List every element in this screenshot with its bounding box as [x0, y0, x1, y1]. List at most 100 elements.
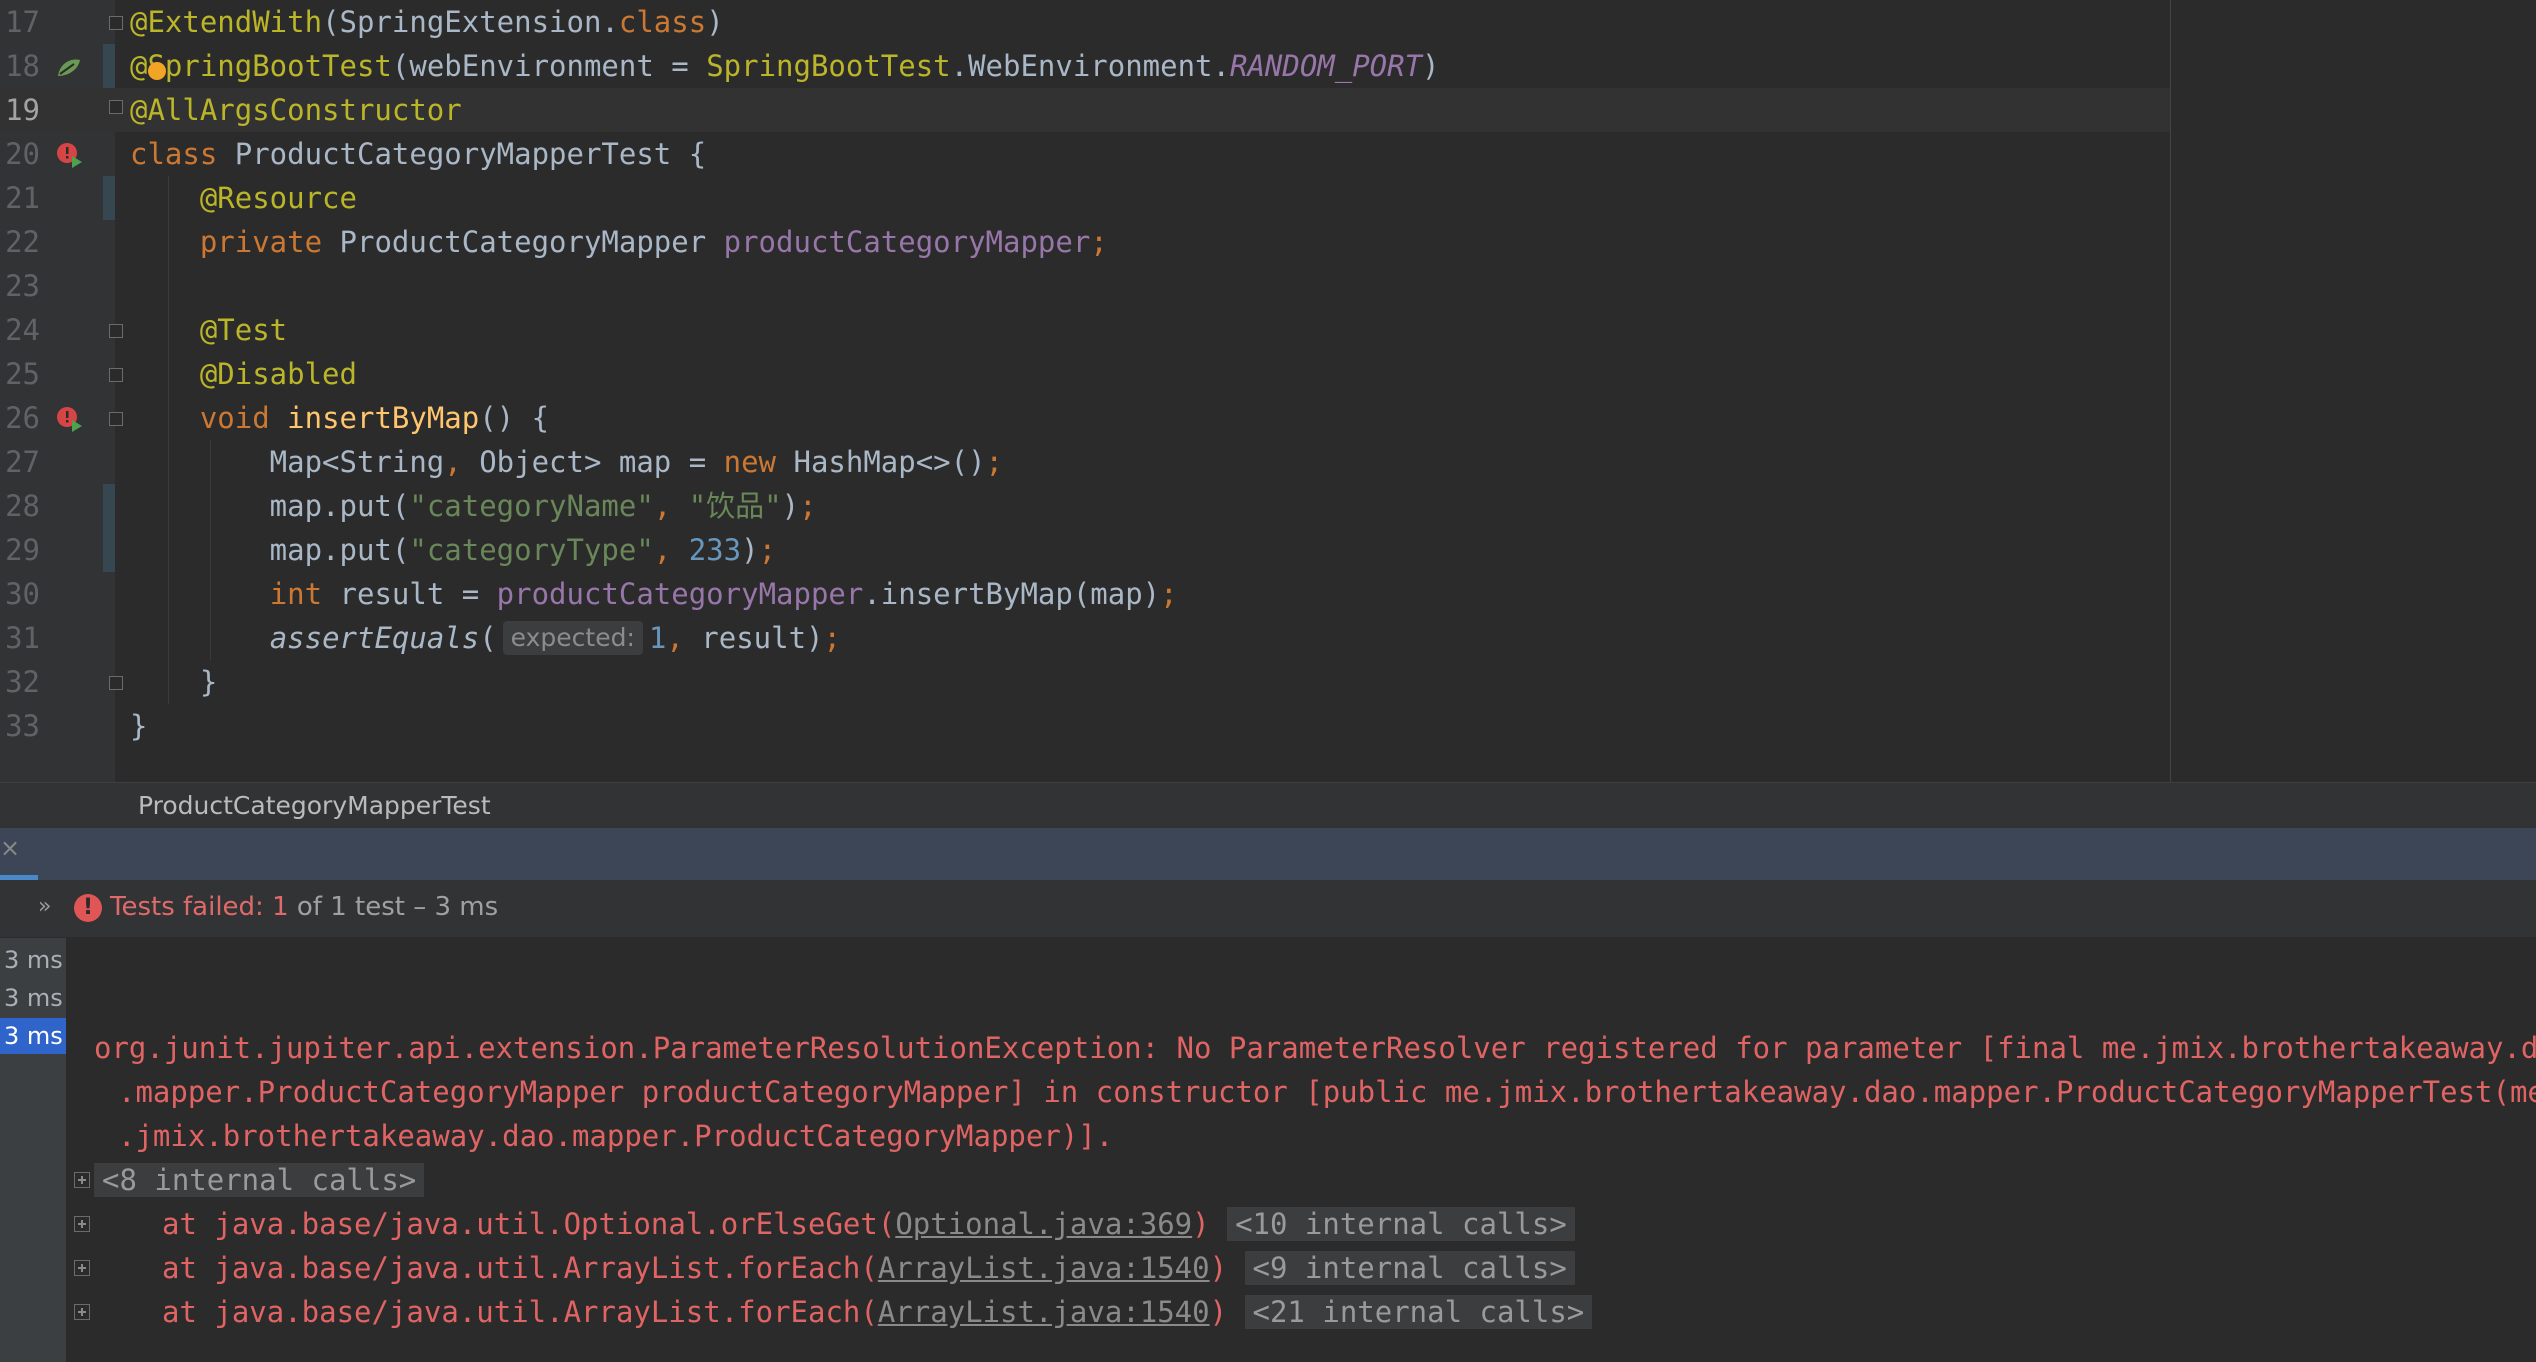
line-number[interactable]: 20 [0, 132, 40, 176]
code-token: class [130, 137, 235, 171]
code-token: void [199, 401, 288, 435]
spring-leaf-icon[interactable] [56, 58, 82, 78]
code-token: RANDOM_PORT [1229, 49, 1423, 83]
code-text: } [130, 704, 147, 748]
line-number[interactable]: 18 [0, 44, 40, 88]
expand-plus-icon[interactable] [74, 1304, 90, 1320]
source-link[interactable]: ArrayList.java:1540 [878, 1295, 1210, 1329]
line-number[interactable]: 30 [0, 572, 40, 616]
error-icon: ! [74, 894, 102, 922]
code-token: ) [781, 489, 800, 523]
code-text: @SpringBootTest(webEnvironment = SpringB… [130, 44, 1440, 88]
code-token: SpringBootTest [706, 49, 951, 83]
source-link[interactable]: Optional.java:369 [895, 1207, 1192, 1241]
test-duration-item[interactable]: 3 ms [0, 942, 66, 978]
indent-guide [210, 572, 211, 616]
line-number[interactable]: 17 [0, 0, 40, 44]
code-line[interactable]: 31 assertEquals(expected: 1, result); [0, 616, 2170, 660]
code-line[interactable]: 24 @Test [0, 308, 2170, 352]
code-line[interactable]: 19 @AllArgsConstructor [0, 88, 2170, 132]
code-line[interactable]: 33} [0, 704, 2170, 748]
internal-calls-fold[interactable]: <10 internal calls> [1227, 1207, 1575, 1241]
expand-plus-icon[interactable] [74, 1216, 90, 1232]
test-duration-item-selected[interactable]: 3 ms [0, 1018, 66, 1054]
code-line[interactable]: 23 [0, 264, 2170, 308]
line-number[interactable]: 25 [0, 352, 40, 396]
indent-guide [168, 484, 169, 528]
line-number[interactable]: 31 [0, 616, 40, 660]
source-link[interactable]: ArrayList.java:1540 [878, 1251, 1210, 1285]
code-token: "饮品" [688, 489, 782, 523]
fold-marker[interactable] [109, 16, 123, 30]
code-token: HashMap<>() [793, 445, 986, 479]
code-line[interactable]: 32 } [0, 660, 2170, 704]
code-text: @Disabled [130, 352, 357, 396]
fold-marker[interactable] [109, 676, 123, 690]
intention-bulb-icon[interactable] [148, 62, 166, 80]
code-token: .WebEnvironment. [950, 49, 1230, 83]
code-line[interactable]: 21 @Resource [0, 176, 2170, 220]
vcs-change-marker[interactable] [103, 176, 115, 220]
code-line[interactable]: 28 map.put("categoryName", "饮品"); [0, 484, 2170, 528]
line-number[interactable]: 22 [0, 220, 40, 264]
expand-plus-icon[interactable] [74, 1260, 90, 1276]
expand-plus-icon[interactable] [74, 1172, 90, 1188]
run-test-failed-icon[interactable] [56, 406, 84, 434]
line-number[interactable]: 32 [0, 660, 40, 704]
code-line[interactable]: 29 map.put("categoryType", 233); [0, 528, 2170, 572]
vcs-change-marker[interactable] [103, 484, 115, 572]
code-line[interactable]: 25 @Disabled [0, 352, 2170, 396]
fold-marker[interactable] [109, 368, 123, 382]
code-token: } [130, 665, 218, 699]
line-number[interactable]: 27 [0, 440, 40, 484]
code-line[interactable]: 26 void insertByMap() { [0, 396, 2170, 440]
fold-marker[interactable] [109, 324, 123, 338]
run-tool-window-header [0, 828, 2536, 880]
line-number[interactable]: 26 [0, 396, 40, 440]
code-token: class [618, 5, 707, 39]
breadcrumb-class-name[interactable]: ProductCategoryMapperTest [138, 791, 491, 820]
code-token: new [723, 445, 794, 479]
code-text: void insertByMap() { [130, 396, 549, 440]
code-token: @SpringBootTest [130, 49, 392, 83]
breadcrumb[interactable]: ProductCategoryMapperTest [0, 782, 2536, 828]
stack-frame: at java.base/java.util.ArrayList.forEach… [162, 1246, 1575, 1290]
code-text: assertEquals(expected: 1, result); [130, 616, 841, 660]
line-number[interactable]: 19 [0, 88, 40, 132]
indent-guide [168, 176, 169, 220]
line-number[interactable]: 24 [0, 308, 40, 352]
vcs-change-marker[interactable] [103, 44, 115, 88]
code-line[interactable]: 22 private ProductCategoryMapper product… [0, 220, 2170, 264]
run-test-failed-icon[interactable] [56, 142, 84, 170]
internal-calls-fold[interactable]: <21 internal calls> [1244, 1295, 1593, 1329]
status-label: Tests failed: [110, 892, 273, 922]
code-token: "categoryName" [409, 489, 654, 523]
indent-guide [168, 616, 169, 660]
code-token: "categoryType" [409, 533, 654, 567]
console-output[interactable]: org.junit.jupiter.api.extension.Paramete… [66, 938, 2536, 1362]
line-number[interactable]: 23 [0, 264, 40, 308]
stack-frame: at java.base/java.util.ArrayList.forEach… [162, 1290, 1593, 1334]
expand-chevron-icon[interactable]: » [38, 894, 51, 919]
line-number[interactable]: 29 [0, 528, 40, 572]
line-number[interactable]: 21 [0, 176, 40, 220]
code-token: , [666, 621, 702, 655]
fold-marker[interactable] [109, 100, 123, 114]
code-line[interactable]: 27 Map<String, Object> map = new HashMap… [0, 440, 2170, 484]
code-line[interactable]: 30 int result = productCategoryMapper.in… [0, 572, 2170, 616]
code-token: (webEnvironment = [391, 49, 707, 83]
code-line[interactable]: 18 @SpringBootTest(webEnvironment = Sprin… [0, 44, 2170, 88]
code-line[interactable]: 17 @ExtendWith(SpringExtension.class) [0, 0, 2170, 44]
line-number[interactable]: 28 [0, 484, 40, 528]
internal-calls-fold[interactable]: <8 internal calls> [94, 1163, 425, 1197]
internal-calls-fold[interactable]: <9 internal calls> [1244, 1251, 1575, 1285]
exception-message-continued: .mapper.ProductCategoryMapper productCat… [118, 1075, 2536, 1109]
close-icon[interactable]: × [0, 836, 20, 860]
line-number[interactable]: 33 [0, 704, 40, 748]
test-duration-item[interactable]: 3 ms [0, 980, 66, 1016]
code-editor[interactable]: 17 @ExtendWith(SpringExtension.class) 18 @S… [0, 0, 2536, 782]
code-text: @Test [130, 308, 287, 352]
fold-marker[interactable] [109, 412, 123, 426]
code-line[interactable]: 20 class ProductCategoryMapperTest { [0, 132, 2170, 176]
